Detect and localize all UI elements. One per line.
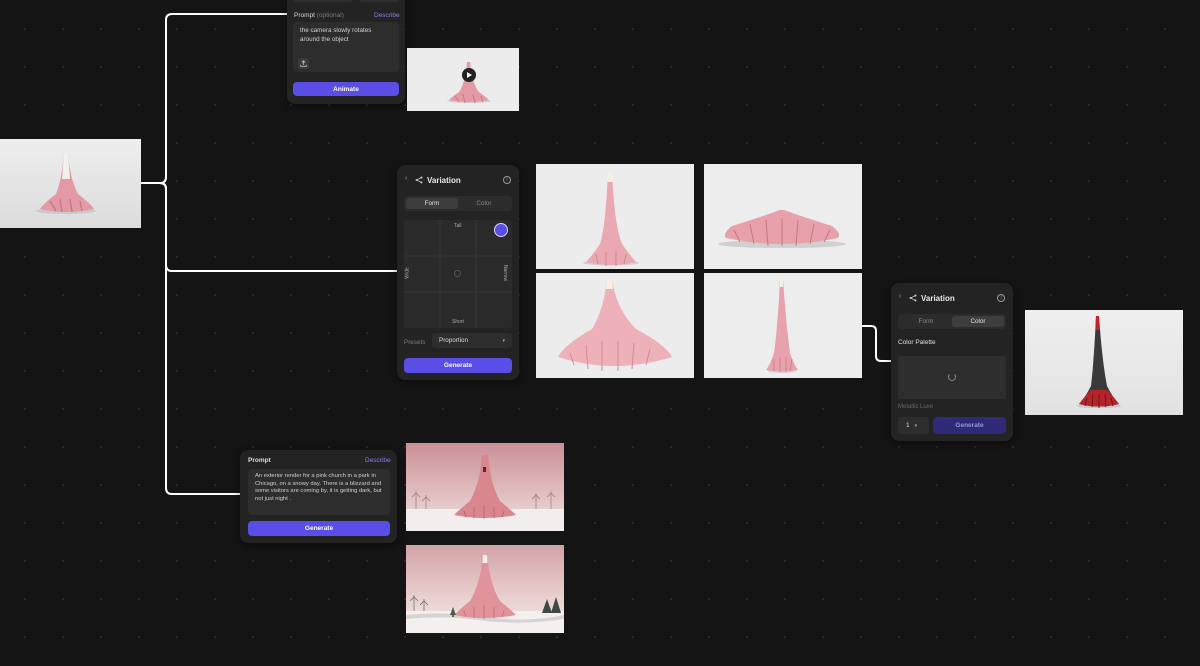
variation-tabs: Form Color [404,196,512,211]
variation-tabs: Form Color [898,314,1006,329]
animate-button[interactable]: Animate [293,82,399,96]
describe-link[interactable]: Describe [374,12,400,19]
source-image[interactable] [0,139,141,228]
color-variation-result[interactable] [1025,310,1183,415]
animated-video-thumbnail[interactable] [407,48,519,111]
collapse-chevron-icon[interactable]: ‹ [405,175,407,182]
collapse-chevron-icon[interactable]: ‹ [899,293,901,300]
tab-color[interactable]: Color [458,198,510,209]
chevron-down-icon: ▾ [914,422,918,429]
form-grid-pad[interactable]: Tall Short Wide Narrow [404,220,512,328]
form-handle[interactable] [494,223,508,237]
palette-name: Metallic Luxe [898,404,934,410]
presets-select[interactable]: Proportion ▾ [432,333,512,348]
variation-form-panel: ‹ Variation i Form Color Tall Short Wide… [397,165,519,380]
variation-result-broad[interactable] [536,273,694,378]
generate-button[interactable]: Generate [404,358,512,373]
panel-title: Variation [921,294,955,303]
panel-top-control-a[interactable] [293,0,353,2]
variation-result-wide[interactable] [704,164,862,269]
describe-link[interactable]: Describe [365,457,391,464]
variation-color-panel: ‹ Variation i Form Color Color Palette M… [891,283,1013,441]
prompt-text: An exterior render for a pink church in … [255,473,382,502]
variation-result-narrow[interactable] [704,273,862,378]
axis-label-tall: Tall [454,223,462,229]
count-select[interactable]: 1 ▾ [898,417,929,434]
presets-label: Presets [404,339,426,346]
play-icon[interactable] [462,67,476,82]
axis-label-short: Short [452,319,464,325]
variation-icon [909,294,917,302]
tab-color[interactable]: Color [952,316,1004,327]
animate-panel: Prompt (optional) Describe the camera sl… [287,0,405,104]
info-icon[interactable]: i [503,176,511,184]
prompt-label: Prompt [248,457,271,464]
prompt-input[interactable]: An exterior render for a pink church in … [248,469,390,515]
prompt-panel: Prompt Describe An exterior render for a… [240,450,397,543]
generate-button[interactable]: Generate [933,417,1006,434]
church-render-1[interactable] [406,443,564,531]
panel-title: Variation [427,176,461,185]
info-icon[interactable]: i [997,294,1005,302]
panel-top-control-b[interactable] [359,0,399,2]
axis-label-narrow: Narrow [502,264,509,282]
variation-icon [415,176,423,184]
center-marker [454,270,461,277]
chevron-down-icon: ▾ [502,337,505,344]
church-render-2[interactable] [406,545,564,633]
color-palette-label: Color Palette [898,339,936,346]
generate-button[interactable]: Generate [248,521,390,536]
tab-form[interactable]: Form [900,316,952,327]
tab-form[interactable]: Form [406,198,458,209]
axis-label-wide: Wide [404,267,411,279]
upload-icon[interactable] [298,58,309,69]
count-value: 1 [906,422,910,429]
prompt-label: Prompt (optional) [294,12,344,19]
loading-spinner-icon [948,373,956,381]
prompt-optional-label: (optional) [316,12,344,19]
prompt-text: the camera slowly rotates around the obj… [300,27,372,43]
variation-result-tall[interactable] [536,164,694,269]
color-palette-preview[interactable] [898,356,1006,399]
presets-value: Proportion [439,337,469,344]
